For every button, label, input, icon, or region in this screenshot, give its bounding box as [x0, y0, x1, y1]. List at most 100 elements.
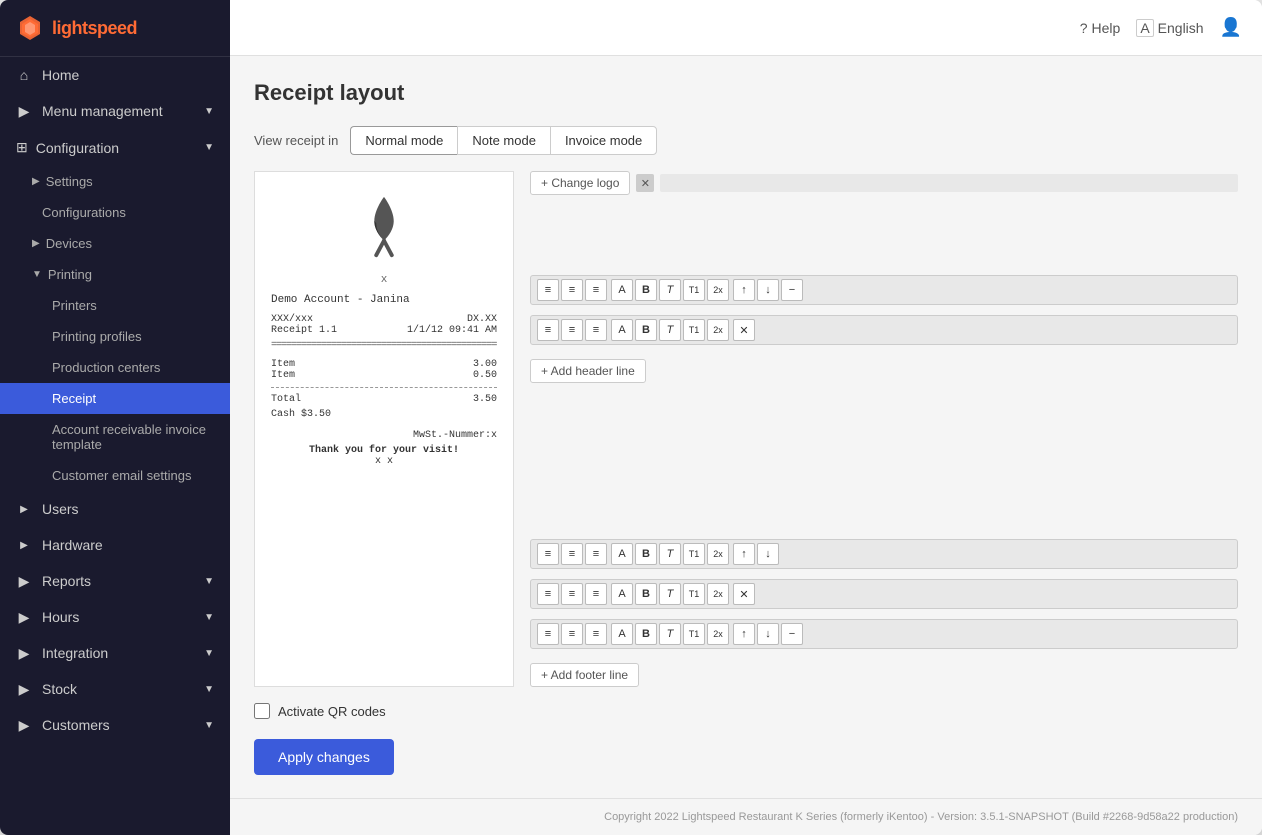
f3-align-right-btn[interactable]: ≡ — [585, 623, 607, 645]
f3-size-t1-btn[interactable]: T1 — [683, 623, 705, 645]
sidebar-item-integration[interactable]: ▶ Integration ▼ — [0, 635, 230, 671]
align-left-btn[interactable]: ≡ — [537, 279, 559, 301]
sidebar-item-reports[interactable]: ▶ Reports ▼ — [0, 563, 230, 599]
italic-btn[interactable]: T — [659, 279, 681, 301]
align-right-btn-2[interactable]: ≡ — [585, 319, 607, 341]
sidebar-item-configurations[interactable]: Configurations — [0, 197, 230, 228]
remove-logo-button[interactable]: ✕ — [636, 174, 654, 192]
sidebar-item-printing[interactable]: ▼ Printing — [0, 259, 230, 290]
f2-close-btn[interactable]: ✕ — [733, 583, 755, 605]
f-italic-btn[interactable]: T — [659, 543, 681, 565]
f2-italic-btn[interactable]: T — [659, 583, 681, 605]
f3-font-a-btn[interactable]: A — [611, 623, 633, 645]
sidebar-item-users[interactable]: ▶ Users — [0, 491, 230, 527]
f3-size-2x-btn[interactable]: 2x — [707, 623, 729, 645]
add-header-line-button[interactable]: + Add header line — [530, 359, 646, 383]
sidebar-item-hardware[interactable]: ▶ Hardware — [0, 527, 230, 563]
sidebar-item-printers-label: Printers — [52, 298, 97, 313]
activate-qr-codes-checkbox[interactable] — [254, 703, 270, 719]
help-button[interactable]: ? Help — [1080, 20, 1121, 36]
f-align-center-btn[interactable]: ≡ — [561, 543, 583, 565]
bold-btn-2[interactable]: B — [635, 319, 657, 341]
receipt-x: x — [271, 274, 497, 286]
user-button[interactable]: 👤 — [1220, 17, 1242, 38]
sidebar-item-home-label: Home — [42, 67, 79, 83]
f3-italic-btn[interactable]: T — [659, 623, 681, 645]
tab-normal-mode[interactable]: Normal mode — [350, 126, 457, 155]
sidebar-item-stock[interactable]: ▶ Stock ▼ — [0, 671, 230, 707]
align-left-btn-2[interactable]: ≡ — [537, 319, 559, 341]
f-move-up-btn[interactable]: ↑ — [733, 543, 755, 565]
footer-toolbar-row-2: ≡ ≡ ≡ A B T T1 2x ✕ — [530, 579, 1238, 609]
f-bold-btn[interactable]: B — [635, 543, 657, 565]
f3-align-center-btn[interactable]: ≡ — [561, 623, 583, 645]
close-row-btn[interactable]: ✕ — [733, 319, 755, 341]
language-button[interactable]: A English — [1136, 19, 1203, 37]
size-t1-btn-2[interactable]: T1 — [683, 319, 705, 341]
sidebar-item-devices-label: Devices — [46, 236, 92, 251]
logo-area-spacer — [530, 207, 1238, 267]
move-down-btn[interactable]: ↓ — [757, 279, 779, 301]
size-t1-btn[interactable]: T1 — [683, 279, 705, 301]
sidebar-item-account-receivable[interactable]: Account receivable invoice template — [0, 414, 230, 460]
f3-dash-btn[interactable]: − — [781, 623, 803, 645]
logo: lightspeed — [0, 0, 230, 57]
sidebar-item-printing-label: Printing — [48, 267, 92, 282]
receipt-dx: DX.XX — [467, 314, 497, 325]
change-logo-button[interactable]: + Change logo — [530, 171, 630, 195]
align-center-btn[interactable]: ≡ — [561, 279, 583, 301]
sidebar-item-receipt[interactable]: Receipt — [0, 383, 230, 414]
f2-align-center-btn[interactable]: ≡ — [561, 583, 583, 605]
f-move-down-btn[interactable]: ↓ — [757, 543, 779, 565]
receipt-date: 1/1/12 09:41 AM — [407, 325, 497, 336]
size-2x-btn[interactable]: 2x — [707, 279, 729, 301]
sidebar-item-printers[interactable]: Printers — [0, 290, 230, 321]
f-align-right-btn[interactable]: ≡ — [585, 543, 607, 565]
chevron-down-icon: ▼ — [204, 720, 214, 731]
receipt-mwst: MwSt.-Nummer:x — [413, 430, 497, 441]
f3-bold-btn[interactable]: B — [635, 623, 657, 645]
home-icon: ⌂ — [16, 67, 32, 83]
sidebar-item-configuration[interactable]: ⊞ Configuration ▼ — [0, 129, 230, 166]
f2-align-left-btn[interactable]: ≡ — [537, 583, 559, 605]
f-size-2x-btn[interactable]: 2x — [707, 543, 729, 565]
sidebar-item-hours[interactable]: ▶ Hours ▼ — [0, 599, 230, 635]
sidebar-item-devices[interactable]: ▶ Devices — [0, 228, 230, 259]
sidebar-item-customer-email[interactable]: Customer email settings — [0, 460, 230, 491]
f3-move-down-btn[interactable]: ↓ — [757, 623, 779, 645]
bold-btn[interactable]: B — [635, 279, 657, 301]
receipt-num-row: Receipt 1.1 1/1/12 09:41 AM — [271, 325, 497, 336]
align-center-btn-2[interactable]: ≡ — [561, 319, 583, 341]
italic-btn-2[interactable]: T — [659, 319, 681, 341]
f3-align-left-btn[interactable]: ≡ — [537, 623, 559, 645]
f2-size-t1-btn[interactable]: T1 — [683, 583, 705, 605]
align-right-btn[interactable]: ≡ — [585, 279, 607, 301]
font-a-btn-2[interactable]: A — [611, 319, 633, 341]
f-font-a-btn[interactable]: A — [611, 543, 633, 565]
lightspeed-logo-icon — [16, 14, 44, 42]
move-up-btn[interactable]: ↑ — [733, 279, 755, 301]
sidebar-item-menu-management[interactable]: ▶ Menu management ▼ — [0, 93, 230, 129]
sidebar-item-settings[interactable]: ▶ Settings — [0, 166, 230, 197]
f2-size-2x-btn[interactable]: 2x — [707, 583, 729, 605]
f2-bold-btn[interactable]: B — [635, 583, 657, 605]
f3-move-up-btn[interactable]: ↑ — [733, 623, 755, 645]
sidebar-item-home[interactable]: ⌂ Home — [0, 57, 230, 93]
dash-btn[interactable]: − — [781, 279, 803, 301]
add-footer-line-button[interactable]: + Add footer line — [530, 663, 639, 687]
question-icon: ? — [1080, 20, 1088, 36]
tab-note-mode[interactable]: Note mode — [457, 126, 550, 155]
f-align-left-btn[interactable]: ≡ — [537, 543, 559, 565]
f2-font-a-btn[interactable]: A — [611, 583, 633, 605]
size-2x-btn-2[interactable]: 2x — [707, 319, 729, 341]
sidebar-item-production-centers[interactable]: Production centers — [0, 352, 230, 383]
f2-align-right-btn[interactable]: ≡ — [585, 583, 607, 605]
f-size-t1-btn[interactable]: T1 — [683, 543, 705, 565]
sidebar-item-customers[interactable]: ▶ Customers ▼ — [0, 707, 230, 743]
sidebar-item-integration-label: Integration — [42, 645, 108, 661]
font-a-btn[interactable]: A — [611, 279, 633, 301]
sidebar-item-printing-profiles[interactable]: Printing profiles — [0, 321, 230, 352]
apply-changes-button[interactable]: Apply changes — [254, 739, 394, 775]
chevron-right-icon: ▶ — [16, 537, 32, 553]
tab-invoice-mode[interactable]: Invoice mode — [550, 126, 657, 155]
